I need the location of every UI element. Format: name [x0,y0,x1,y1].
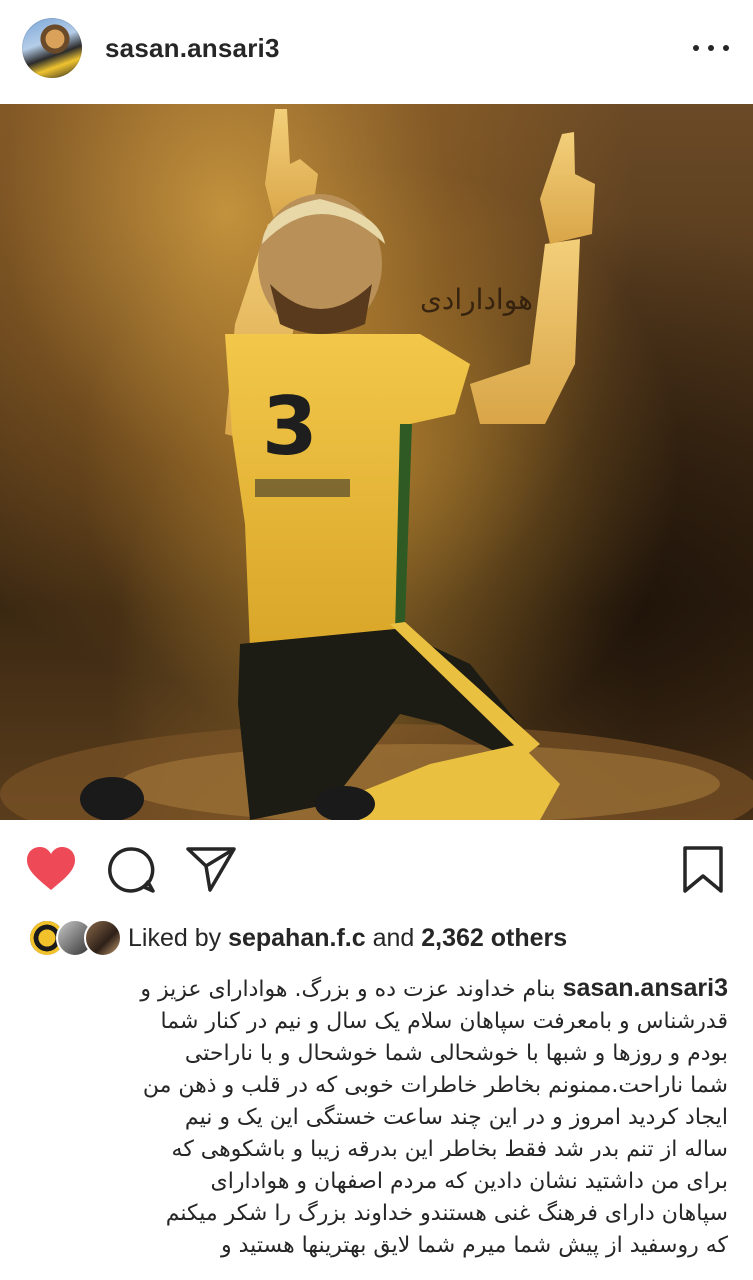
post-username[interactable]: sasan.ansari3 [105,33,280,64]
liked-by-row[interactable]: Liked by sepahan.f.c and 2,362 others [28,918,728,958]
comment-bubble-icon[interactable] [108,846,156,894]
caption-line: برای من داشتید نشان دادین که مردم اصفهان… [210,1169,728,1194]
svg-text:3: 3 [262,380,318,473]
liker-avatars [28,919,122,957]
action-bar [0,820,753,920]
caption-line: ایجاد کردید امروز و در این چند ساعت خستگ… [184,1105,728,1130]
post-caption: sasan.ansari3 بنام خداوند عزت ده و بزرگ.… [28,972,728,1280]
caption-line: sasan.ansari3 بنام خداوند عزت ده و بزرگ.… [140,974,728,1002]
post-header: sasan.ansari3 [0,0,753,104]
caption-line: ساله از تنم بدر شد فقط بخاطر این بدرقه ز… [171,1137,728,1162]
likes-count[interactable]: 2,362 others [421,924,567,952]
paper-plane-icon[interactable] [186,846,236,892]
liked-by-text: Liked by sepahan.f.c and 2,362 others [128,923,568,952]
svg-text:هوادارادی: هوادارادی [420,283,533,316]
player-illustration: 3 هوادارادی [0,109,753,820]
caption-line: بودم و روزها و شبها با خوشحالی شما خوشحا… [184,1041,728,1066]
caption-line: شما ناراحت.ممنونم بخاطر خاطرات خوبی که د… [142,1073,728,1098]
more-horizontal-icon[interactable] [693,36,729,60]
heart-filled-icon[interactable] [26,846,76,892]
caption-line: سپاهان دارای فرهنگ غنی هستندو خداوند بزر… [165,1201,728,1226]
post-photo[interactable]: 3 هوادارادی [0,104,753,820]
profile-avatar[interactable] [22,18,82,78]
caption-username[interactable]: sasan.ansari3 [563,974,728,1002]
liker-username[interactable]: sepahan.f.c [228,924,366,952]
caption-line: قدرشناس و بامعرفت سپاهان سلام یک سال و ن… [160,1009,728,1034]
bookmark-icon[interactable] [682,846,724,894]
caption-line: که روسفید از پیش شما میرم شما لایق بهتری… [221,1233,728,1258]
